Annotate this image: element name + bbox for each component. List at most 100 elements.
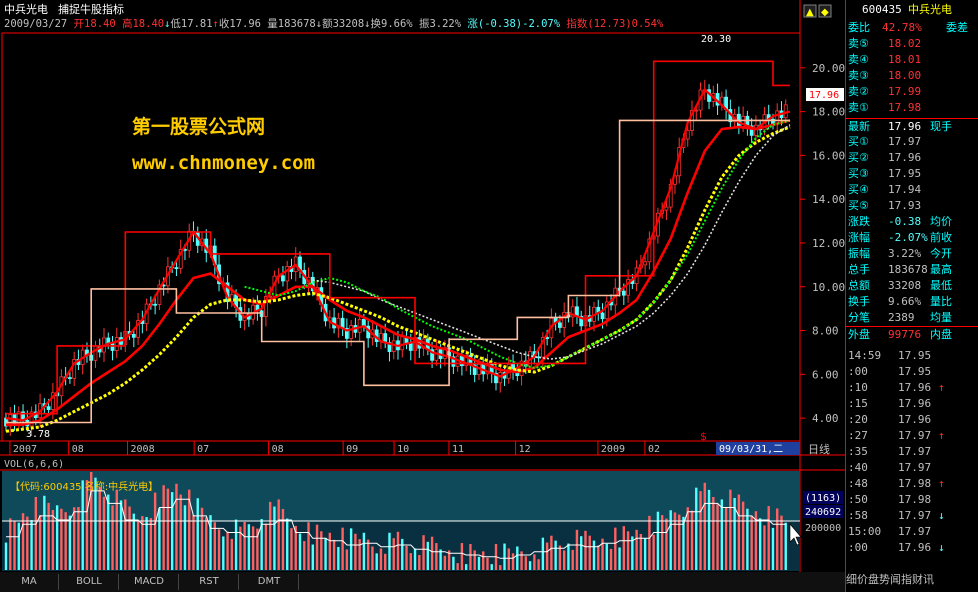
price-tick-label: 16.00 <box>812 149 845 162</box>
ratio-row: 委比 42.78% 委差 <box>846 20 978 36</box>
volume-bar <box>396 531 400 570</box>
tab-dmt[interactable]: DMT <box>240 574 299 590</box>
stock-chart[interactable]: ▲ ◆ 20.00 18.00 16.00 14.00 12.00 10.00 8.00 6.… <box>0 0 845 572</box>
volume-bar <box>473 550 476 570</box>
side-footer-tabs[interactable]: 细价盘势闻指财讯 <box>846 572 978 592</box>
stat-row-value: 99776 <box>888 328 922 341</box>
up-triangle-icon: ▲ <box>806 7 814 18</box>
candle-body <box>408 343 413 351</box>
candle-body <box>775 110 780 125</box>
volume-bar <box>345 549 349 570</box>
side-header: 600435 中兵光电 <box>846 2 978 18</box>
volume-bar <box>149 518 153 570</box>
volume-bar <box>315 524 319 570</box>
tick-time: :00 <box>848 541 868 554</box>
volume-bar <box>85 480 89 570</box>
price-tick-label: 8.00 <box>812 325 839 338</box>
bid-row: 买③ 17.95 <box>846 166 978 182</box>
volume-bar <box>166 488 170 570</box>
stat-row-label: 总手 <box>848 263 870 276</box>
bid-row-value: 17.93 <box>888 199 922 212</box>
stat-row-label: 总额 <box>848 279 870 292</box>
tick-time: :50 <box>848 493 868 506</box>
volume-bar <box>226 531 229 570</box>
indicator-tabs: MA BOLL MACD RST DMT <box>0 572 845 592</box>
volume-bar <box>47 502 50 570</box>
volume-bar <box>81 480 84 570</box>
side-stock-name: 中兵光电 <box>908 3 952 16</box>
stat-row: 涨幅 -2.07% 前收 <box>846 230 978 246</box>
date-tick-label: 07 <box>197 444 209 455</box>
tab-macd[interactable]: MACD <box>120 574 179 590</box>
tab-boll[interactable]: BOLL <box>60 574 119 590</box>
tick-row: :58 17.97 ↓ <box>846 508 978 524</box>
tab-ma[interactable]: MA <box>0 574 59 590</box>
volume-bar <box>580 536 583 570</box>
volume-bar <box>286 518 289 570</box>
volume-bar <box>771 527 775 570</box>
volume-bar <box>379 548 383 570</box>
volume-bar <box>328 532 332 570</box>
volume-bar <box>200 507 204 570</box>
volume-tick-2: 240692 <box>805 507 841 518</box>
volume-bar <box>247 524 251 570</box>
stat-row-label2: 最高 <box>930 263 952 276</box>
date-tick-label: 08 <box>72 444 84 455</box>
volume-bar <box>605 543 608 570</box>
volume-bar <box>375 553 378 570</box>
tick-price: 17.95 <box>898 365 932 378</box>
tick-row: :50 17.98 <box>846 492 978 508</box>
latest-label: 最新 <box>848 120 870 133</box>
volume-bar <box>243 521 246 570</box>
price-tick-label: 18.00 <box>812 106 845 119</box>
side-stock-code: 600435 <box>862 3 902 16</box>
volume-bar <box>703 482 706 570</box>
volume-bar <box>575 529 579 570</box>
bid-row-label: 买① <box>848 135 869 148</box>
tick-row: :00 17.96 ↓ <box>846 540 978 556</box>
candle-body <box>357 318 362 333</box>
volume-bar <box>464 564 468 570</box>
volume-bar <box>648 515 651 570</box>
trough-price-label: 3.78 <box>26 429 50 440</box>
volume-bar <box>170 492 174 570</box>
tick-row: :27 17.97 ↑ <box>846 428 978 444</box>
candlestick-group <box>4 79 788 436</box>
volume-bar <box>618 547 621 570</box>
volume-bar <box>499 565 502 570</box>
volume-bar <box>307 522 310 570</box>
volume-indicator-label[interactable]: VOL(6,6,6) <box>4 459 64 470</box>
bid-row-value: 17.94 <box>888 183 922 196</box>
volume-bar <box>401 538 404 570</box>
volume-bar <box>456 563 459 570</box>
volume-bar <box>430 536 434 570</box>
candle-body <box>93 345 98 361</box>
volume-bar <box>303 541 306 570</box>
volume-bar <box>30 520 33 570</box>
volume-bar <box>469 544 472 570</box>
volume-bar <box>486 557 489 570</box>
volume-bar <box>162 485 165 570</box>
period-label[interactable]: 日线 <box>808 442 830 456</box>
ask-row: 卖③ 18.00 <box>846 68 978 84</box>
volume-bar <box>413 548 417 570</box>
volume-bar <box>763 525 766 570</box>
volume-bar <box>183 505 187 570</box>
watermark-title: 第一股票公式网 <box>132 116 266 138</box>
volume-bar <box>643 538 647 570</box>
volume-bar <box>273 506 276 570</box>
stat-row: 涨跌 -0.38 均价 <box>846 214 978 230</box>
stat-row-label2: 均价 <box>930 215 952 228</box>
volume-bar <box>21 513 25 570</box>
volume-bar <box>230 538 234 570</box>
volume-bar <box>614 527 617 570</box>
volume-bar <box>435 543 438 570</box>
volume-tick-3: 200000 <box>805 523 841 534</box>
volume-bar <box>635 529 638 570</box>
volume-bar <box>695 487 698 570</box>
bid-row-value: 17.96 <box>888 151 922 164</box>
volume-bar <box>545 542 549 570</box>
volume-bar <box>758 518 762 570</box>
tab-rst[interactable]: RST <box>180 574 239 590</box>
price-tick-label: 12.00 <box>812 237 845 250</box>
